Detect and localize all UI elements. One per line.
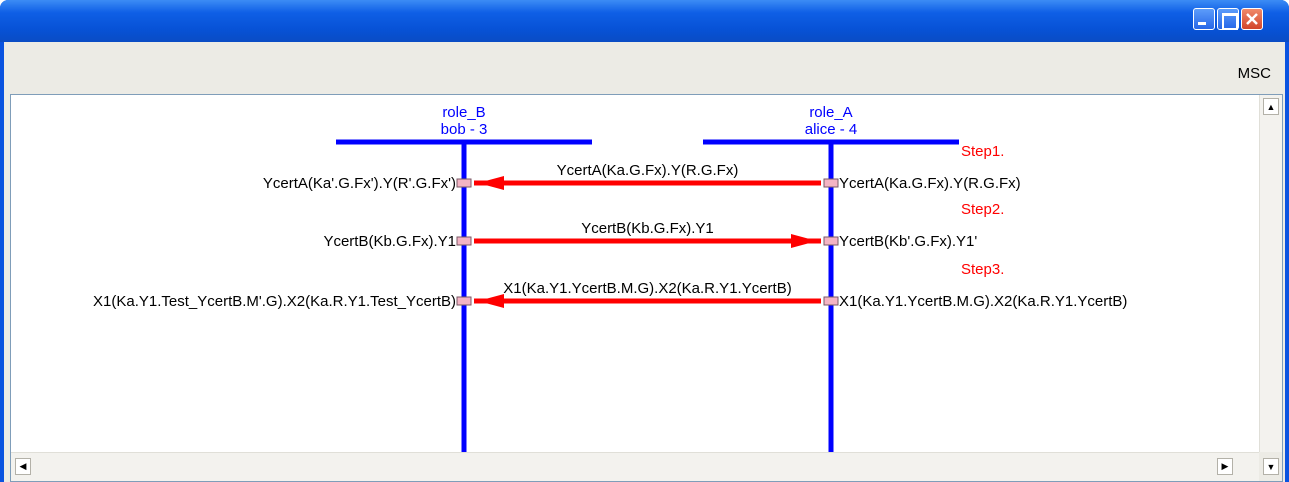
close-button[interactable] xyxy=(1241,8,1263,30)
right-state-label: YcertB(Kb'.G.Fx).Y1' xyxy=(839,233,977,250)
minimize-button[interactable] xyxy=(1193,8,1215,30)
msc-label: MSC xyxy=(1237,65,1271,82)
arrow-down-icon: ▼ xyxy=(1266,461,1276,472)
left-state-label: YcertB(Kb.G.Fx).Y1 xyxy=(323,233,456,250)
left-state-label: X1(Ka.Y1.Test_YcertB.M'.G).X2(Ka.R.Y1.Te… xyxy=(93,293,456,310)
horizontal-scrollbar[interactable]: ◀ ▶ xyxy=(11,452,1259,481)
step-label: Step2. xyxy=(961,201,1004,218)
arrow-right-icon: ▶ xyxy=(1221,461,1229,471)
app-window: MSC role_B bob - 3 role_A alice - 4 Step1. Yc… xyxy=(0,0,1289,482)
arrow-up-icon: ▲ xyxy=(1266,101,1276,112)
scrollbar-corner: ▼ xyxy=(1259,452,1282,481)
role-name: role_B xyxy=(442,104,485,121)
msc-panel: role_B bob - 3 role_A alice - 4 Step1. YcertA… xyxy=(10,94,1283,482)
port-marker xyxy=(823,236,839,246)
message-label: X1(Ka.Y1.YcertB.M.G).X2(Ka.R.Y1.YcertB) xyxy=(503,280,791,297)
port-marker xyxy=(823,178,839,188)
arrowhead xyxy=(791,234,817,248)
step-label: Step1. xyxy=(961,143,1004,160)
scroll-right-button[interactable]: ▶ xyxy=(1217,458,1233,475)
port-marker xyxy=(456,296,472,306)
arrowhead xyxy=(478,294,504,308)
left-state-label: YcertA(Ka'.G.Fx').Y(R'.G.Fx') xyxy=(263,175,456,192)
msc-canvas: role_B bob - 3 role_A alice - 4 Step1. YcertA… xyxy=(11,95,1259,452)
port-marker xyxy=(823,296,839,306)
sequence-diagram: role_Bbob - 3 role_Aalice - 4 Step1. YcertA… xyxy=(93,104,1127,452)
message-label: YcertB(Kb.G.Fx).Y1 xyxy=(581,220,714,237)
port-marker xyxy=(456,236,472,246)
agent-name: bob - 3 xyxy=(441,121,488,138)
port-marker xyxy=(456,178,472,188)
right-state-label: X1(Ka.Y1.YcertB.M.G).X2(Ka.R.Y1.YcertB) xyxy=(839,293,1127,310)
arrow-left-icon: ◀ xyxy=(19,461,27,471)
close-icon xyxy=(1246,13,1258,25)
message-label: YcertA(Ka.G.Fx).Y(R.G.Fx) xyxy=(557,162,739,179)
agent-name: alice - 4 xyxy=(805,121,858,138)
scroll-down-button[interactable]: ▼ xyxy=(1263,458,1279,475)
scroll-up-button[interactable]: ▲ xyxy=(1263,98,1279,115)
step-label: Step3. xyxy=(961,261,1004,278)
arrowhead xyxy=(478,176,504,190)
client-area: MSC role_B bob - 3 role_A alice - 4 Step1. Yc… xyxy=(4,42,1285,482)
scroll-left-button[interactable]: ◀ xyxy=(15,458,31,475)
role-name: role_A xyxy=(809,104,852,121)
right-state-label: YcertA(Ka.G.Fx).Y(R.G.Fx) xyxy=(839,175,1021,192)
title-bar[interactable] xyxy=(0,0,1289,42)
vertical-scrollbar[interactable]: ▲ xyxy=(1259,95,1282,452)
maximize-button[interactable] xyxy=(1217,8,1239,30)
